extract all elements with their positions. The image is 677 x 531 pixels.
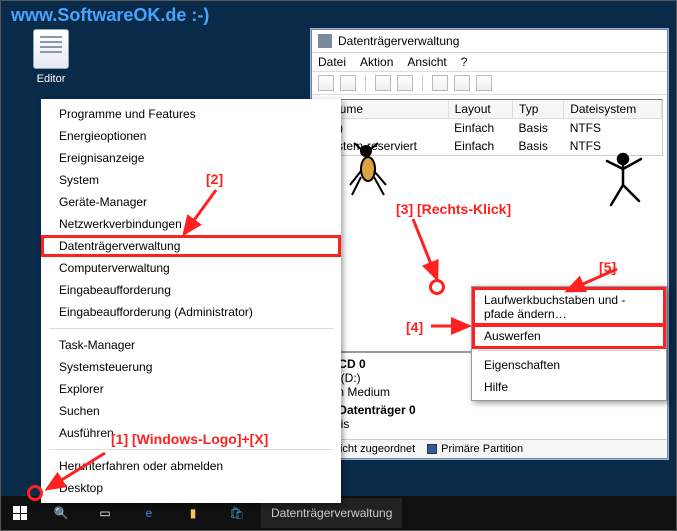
- cell: Basis: [513, 119, 564, 138]
- winx-item[interactable]: Programme und Features: [41, 103, 341, 125]
- volume-row[interactable]: (C:) Einfach Basis NTFS: [317, 119, 662, 138]
- help-icon[interactable]: [432, 75, 448, 91]
- disk-label: Datenträger 0: [338, 403, 415, 417]
- cell: Einfach: [448, 137, 512, 155]
- winx-item[interactable]: Suchen: [41, 400, 341, 422]
- winx-item[interactable]: Eingabeaufforderung (Administrator): [41, 301, 341, 323]
- ctx-change-letter[interactable]: Laufwerkbuchstaben und -pfade ändern…: [474, 289, 664, 325]
- winx-item[interactable]: Explorer: [41, 378, 341, 400]
- separator: [49, 328, 333, 329]
- forward-icon[interactable]: [340, 75, 356, 91]
- winx-item[interactable]: Ereignisanzeige: [41, 147, 341, 169]
- winx-item[interactable]: Desktop: [41, 477, 341, 499]
- menu-help[interactable]: ?: [461, 55, 468, 69]
- ctx-help[interactable]: Hilfe: [474, 376, 664, 398]
- taskbar-app-label: Datenträgerverwaltung: [271, 506, 392, 520]
- status-legend: Nicht zugeordnet Primäre Partition: [312, 439, 667, 458]
- legend-a: Nicht zugeordnet: [332, 443, 415, 455]
- menu-action[interactable]: Aktion: [360, 55, 393, 69]
- winx-item[interactable]: Task-Manager: [41, 334, 341, 356]
- ant-figure: [346, 141, 392, 201]
- notepad-icon: [33, 29, 69, 69]
- cell: NTFS: [564, 119, 662, 138]
- cell: Basis: [513, 137, 564, 155]
- view-icon[interactable]: [375, 75, 391, 91]
- separator: [365, 75, 366, 91]
- ctx-eject[interactable]: Auswerfen: [474, 325, 664, 347]
- menu-file[interactable]: Datei: [318, 55, 346, 69]
- diskmgmt-icon: [318, 34, 332, 48]
- start-button[interactable]: [3, 498, 37, 528]
- cd-label: CD 0: [338, 357, 365, 371]
- ctx-properties[interactable]: Eigenschaften: [474, 354, 664, 376]
- winx-item[interactable]: Energieoptionen: [41, 125, 341, 147]
- windows-logo-icon: [13, 506, 27, 520]
- winx-item[interactable]: Herunterfahren oder abmelden: [41, 455, 341, 477]
- header-url: www.SoftwareOK.de :-): [11, 5, 209, 26]
- context-menu: Laufwerkbuchstaben und -pfade ändern… Au…: [471, 286, 667, 401]
- titlebar[interactable]: Datenträgerverwaltung: [312, 30, 667, 53]
- col-type[interactable]: Typ: [513, 100, 564, 119]
- editor-desktop-icon[interactable]: Editor: [27, 29, 75, 85]
- winx-item[interactable]: Ausführen: [41, 422, 341, 444]
- winx-item-diskmgmt[interactable]: Datenträgerverwaltung: [41, 235, 341, 257]
- editor-label: Editor: [27, 73, 75, 85]
- winx-menu: Programme und Features Energieoptionen E…: [41, 99, 341, 503]
- back-icon[interactable]: [318, 75, 334, 91]
- settings-icon[interactable]: [476, 75, 492, 91]
- legend-primary-icon: [427, 444, 437, 454]
- winx-item[interactable]: Computerverwaltung: [41, 257, 341, 279]
- properties-icon[interactable]: [454, 75, 470, 91]
- winx-item[interactable]: Systemsteuerung: [41, 356, 341, 378]
- separator: [49, 449, 333, 450]
- legend-b: Primäre Partition: [441, 443, 523, 455]
- col-layout[interactable]: Layout: [448, 100, 512, 119]
- toolbar: [312, 72, 667, 95]
- winx-item[interactable]: Geräte-Manager: [41, 191, 341, 213]
- col-fs[interactable]: Dateisystem: [564, 100, 662, 119]
- menubar: Datei Aktion Ansicht ?: [312, 53, 667, 72]
- cell: Einfach: [448, 119, 512, 138]
- refresh-icon[interactable]: [397, 75, 413, 91]
- stick-figure: [601, 151, 647, 211]
- winx-item[interactable]: Netzwerkverbindungen: [41, 213, 341, 235]
- menu-view[interactable]: Ansicht: [407, 55, 446, 69]
- winx-item[interactable]: Eingabeaufforderung: [41, 279, 341, 301]
- window-title: Datenträgerverwaltung: [338, 34, 459, 48]
- separator: [422, 75, 423, 91]
- winx-item[interactable]: System: [41, 169, 341, 191]
- disk-row[interactable]: 💽 Datenträger 0 Basis: [320, 403, 659, 431]
- separator: [478, 350, 660, 351]
